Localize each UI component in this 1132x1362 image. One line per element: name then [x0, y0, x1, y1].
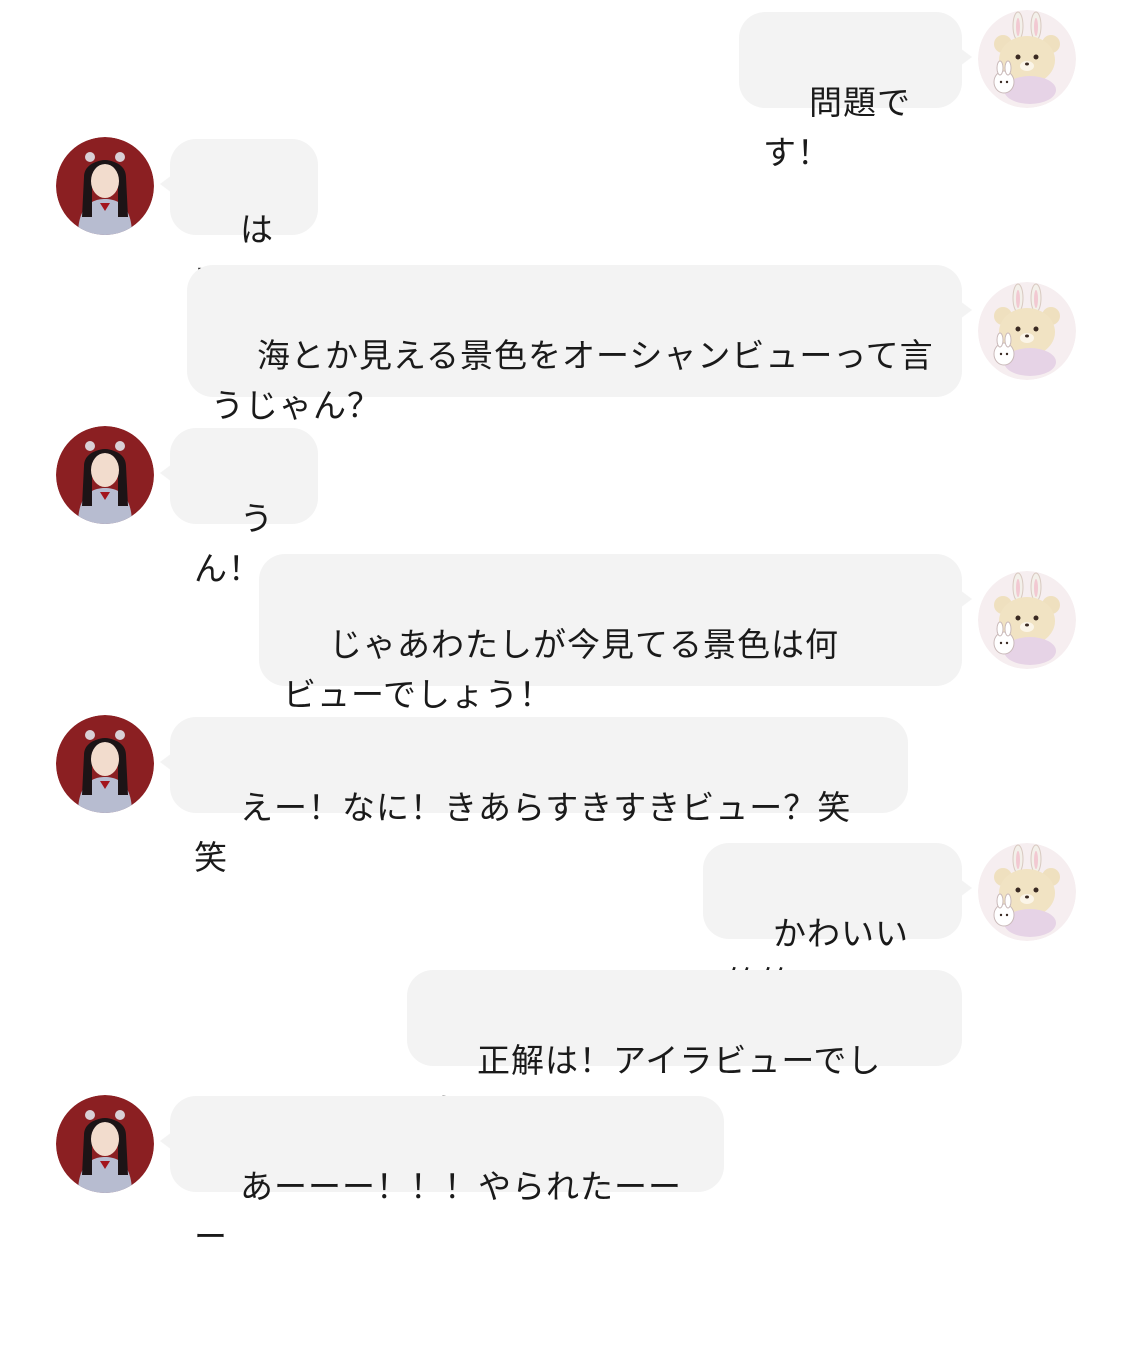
girl-photo-icon	[56, 426, 154, 524]
message-bubble-sent[interactable]: じゃあわたしが今見てる景色は何 ビューでしょう！	[259, 554, 972, 714]
message-bubble-received[interactable]: えー！なに！きあらすきすきビュー？笑笑	[160, 717, 908, 877]
girl-avatar[interactable]	[56, 1095, 154, 1193]
bear-bunny-icon	[978, 571, 1076, 669]
bear-bunny-icon	[978, 843, 1076, 941]
bear-bunny-icon	[978, 10, 1076, 108]
message-bubble-sent[interactable]: 問題です！	[739, 12, 972, 172]
message-bubble-received[interactable]: うん！	[160, 428, 318, 588]
bear-avatar[interactable]	[978, 843, 1076, 941]
girl-avatar[interactable]	[56, 426, 154, 524]
message-bubble-sent[interactable]: かわいい笑笑	[703, 843, 972, 1003]
bear-avatar[interactable]	[978, 10, 1076, 108]
bear-bunny-icon	[978, 282, 1076, 380]
message-text: じゃあわたしが今見てる景色は何 ビューでしょう！	[283, 625, 839, 714]
message-text: 海とか見える景色をオーシャンビューって言 うじゃん？	[211, 336, 934, 425]
message-bubble-sent[interactable]: 正解は！アイラビューでした！	[407, 970, 962, 1130]
girl-avatar[interactable]	[56, 715, 154, 813]
message-bubble-received[interactable]: はい！	[160, 139, 318, 299]
message-text: 問題です！	[763, 83, 911, 172]
message-bubble-sent[interactable]: 海とか見える景色をオーシャンビューって言 うじゃん？	[187, 265, 972, 425]
message-text: あーーー！！！やられたーーー	[194, 1167, 682, 1256]
girl-photo-icon	[56, 1095, 154, 1193]
bear-avatar[interactable]	[978, 282, 1076, 380]
message-bubble-received[interactable]: あーーー！！！やられたーーー	[160, 1096, 724, 1256]
bear-avatar[interactable]	[978, 571, 1076, 669]
girl-avatar[interactable]	[56, 137, 154, 235]
girl-photo-icon	[56, 715, 154, 813]
chat-thread: 問題です！ は 海とか見える景色をオーシャンビューって言 うじゃん？ うん！ じ…	[0, 0, 1132, 1256]
girl-photo-icon	[56, 137, 154, 235]
